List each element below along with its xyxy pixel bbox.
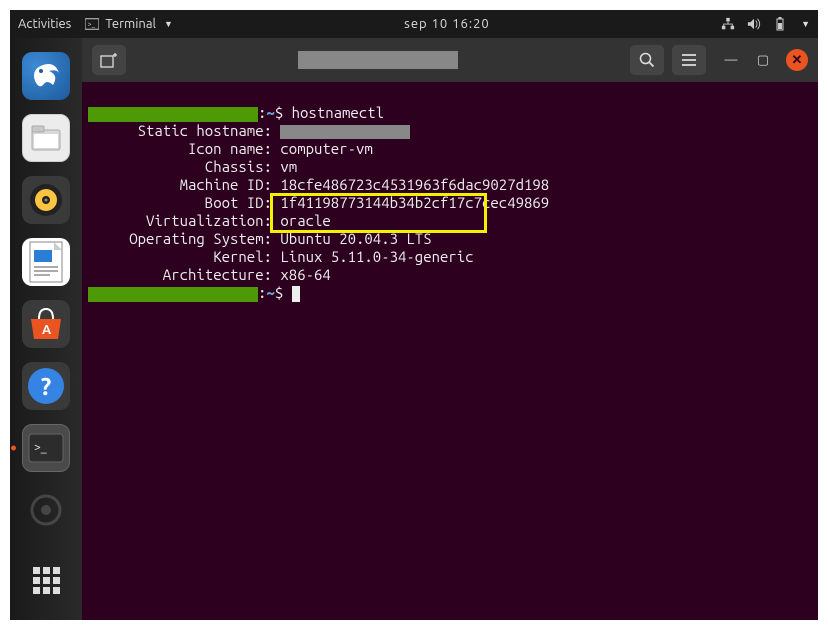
- out-val-kernel: Linux 5.11.0-34-generic: [280, 248, 473, 265]
- svg-text:A: A: [42, 323, 52, 337]
- out-key-virt: Virtualization:: [88, 212, 272, 230]
- svg-text:>_: >_: [34, 441, 47, 454]
- out-key-chassis: Chassis:: [88, 158, 272, 176]
- prompt-path: ~: [266, 104, 274, 121]
- prompt-path-2: ~: [266, 284, 274, 301]
- prompt-symbol-2: $: [275, 284, 283, 301]
- cursor: [292, 286, 300, 302]
- user-host-redacted-2: [88, 287, 258, 302]
- out-key-bootid: Boot ID:: [88, 194, 272, 212]
- out-key-machineid: Machine ID:: [88, 176, 272, 194]
- svg-text:>_: >_: [88, 21, 96, 29]
- top-bar: Activities >_ Terminal ▼ sep 10 16:20 ▼: [10, 10, 818, 38]
- prompt-symbol: $: [275, 104, 283, 121]
- out-val-arch: x86-64: [280, 266, 330, 283]
- terminal-body[interactable]: :~$ hostnamectl Static hostname: Icon na…: [82, 82, 818, 620]
- out-val-machineid: 18cfe486723c4531963f6dac9027d198: [280, 176, 549, 193]
- app-menu-label: Terminal: [105, 17, 156, 31]
- terminal-window: — ▢ ✕ :~$ hostnamectl Static hostname: I…: [82, 38, 818, 620]
- app-menu[interactable]: >_ Terminal ▼: [85, 17, 173, 31]
- battery-icon[interactable]: [773, 17, 787, 31]
- out-key-kernel: Kernel:: [88, 248, 272, 266]
- dock-settings[interactable]: [22, 486, 70, 534]
- out-key-arch: Architecture:: [88, 266, 272, 284]
- minimize-button[interactable]: —: [722, 51, 740, 69]
- svg-text:?: ?: [41, 373, 52, 400]
- out-val-os: Ubuntu 20.04.3 LTS: [280, 230, 431, 247]
- dock-libreoffice-writer[interactable]: [22, 238, 70, 286]
- network-icon[interactable]: [721, 17, 735, 31]
- search-button[interactable]: [630, 45, 664, 75]
- clock[interactable]: sep 10 16:20: [187, 17, 707, 31]
- dock-ubuntu-software[interactable]: A: [22, 300, 70, 348]
- dock-rhythmbox[interactable]: [22, 176, 70, 224]
- system-menu-chevron-icon[interactable]: ▼: [801, 19, 810, 29]
- window-title-redacted: [298, 51, 458, 69]
- out-val-iconname: computer-vm: [280, 140, 372, 157]
- activities-button[interactable]: Activities: [18, 17, 71, 31]
- new-tab-button[interactable]: [92, 45, 126, 75]
- menu-button[interactable]: [672, 45, 706, 75]
- out-key-os: Operating System:: [88, 230, 272, 248]
- volume-icon[interactable]: [747, 17, 761, 31]
- dock-terminal[interactable]: >_: [22, 424, 70, 472]
- chevron-down-icon: ▼: [164, 19, 173, 29]
- out-key-hostname: Static hostname:: [88, 122, 272, 140]
- dock-help[interactable]: ?: [22, 362, 70, 410]
- terminal-indicator-icon: >_: [85, 17, 99, 31]
- out-val-virt: oracle: [280, 212, 330, 229]
- out-key-iconname: Icon name:: [88, 140, 272, 158]
- dock-show-applications[interactable]: [22, 556, 70, 604]
- out-val-chassis: vm: [280, 158, 297, 175]
- dock-thunderbird[interactable]: [22, 52, 70, 100]
- command-text: hostnamectl: [292, 104, 384, 121]
- title-bar: — ▢ ✕: [82, 38, 818, 82]
- close-button[interactable]: ✕: [786, 49, 808, 71]
- maximize-button[interactable]: ▢: [754, 51, 772, 69]
- out-val-bootid: 1f41198773144b34b2cf17c7cec49869: [280, 194, 549, 211]
- hostname-redacted: [280, 125, 410, 139]
- user-host-redacted: [88, 107, 258, 122]
- dock: A ? >_: [10, 38, 82, 620]
- dock-files[interactable]: [22, 114, 70, 162]
